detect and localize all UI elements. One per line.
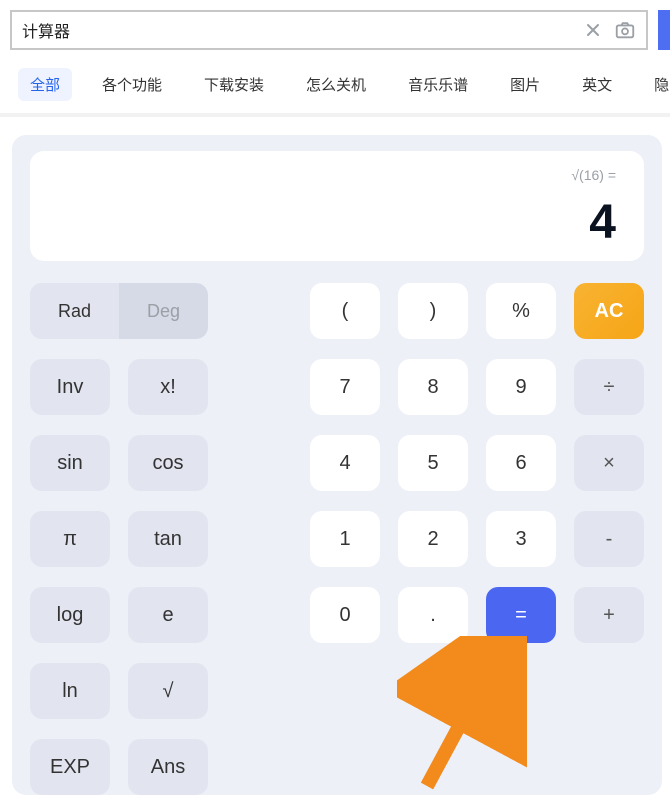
digit-2-button[interactable]: 2 (398, 511, 468, 567)
digit-0-button[interactable]: 0 (310, 587, 380, 643)
angle-mode-toggle: Rad Deg (30, 283, 208, 339)
search-bar (0, 0, 670, 60)
sqrt-button[interactable]: √ (128, 663, 208, 719)
ans-button[interactable]: Ans (128, 739, 208, 795)
digit-9-button[interactable]: 9 (486, 359, 556, 415)
deg-button[interactable]: Deg (119, 283, 208, 339)
factorial-button[interactable]: x! (128, 359, 208, 415)
calc-result: 4 (58, 199, 616, 247)
tab-download[interactable]: 下载安装 (192, 68, 276, 101)
inv-button[interactable]: Inv (30, 359, 110, 415)
tab-score[interactable]: 音乐乐谱 (396, 68, 480, 101)
cos-button[interactable]: cos (128, 435, 208, 491)
add-button[interactable]: + (574, 587, 644, 643)
clear-icon[interactable] (582, 19, 604, 41)
section-divider (0, 113, 670, 117)
digit-6-button[interactable]: 6 (486, 435, 556, 491)
tab-functions[interactable]: 各个功能 (90, 68, 174, 101)
decimal-button[interactable]: . (398, 587, 468, 643)
camera-icon[interactable] (614, 19, 636, 41)
tab-more[interactable]: 隐 (642, 68, 670, 101)
search-input[interactable] (22, 21, 572, 39)
tab-all[interactable]: 全部 (18, 68, 72, 101)
tan-button[interactable]: tan (128, 511, 208, 567)
tab-english[interactable]: 英文 (570, 68, 624, 101)
digit-5-button[interactable]: 5 (398, 435, 468, 491)
tab-images[interactable]: 图片 (498, 68, 552, 101)
log-button[interactable]: log (30, 587, 110, 643)
digit-7-button[interactable]: 7 (310, 359, 380, 415)
digit-8-button[interactable]: 8 (398, 359, 468, 415)
lparen-button[interactable]: ( (310, 283, 380, 339)
result-tabs: 全部 各个功能 下载安装 怎么关机 音乐乐谱 图片 英文 隐 (0, 60, 670, 113)
search-box (10, 10, 648, 50)
divide-button[interactable]: ÷ (574, 359, 644, 415)
exp-button[interactable]: EXP (30, 739, 110, 795)
ac-button[interactable]: AC (574, 283, 644, 339)
sin-button[interactable]: sin (30, 435, 110, 491)
multiply-button[interactable]: × (574, 435, 644, 491)
percent-button[interactable]: % (486, 283, 556, 339)
digit-4-button[interactable]: 4 (310, 435, 380, 491)
search-submit-button[interactable] (658, 10, 670, 50)
calculator-card: √(16) = 4 Rad Deg ( ) % AC Inv x! 7 8 9 … (12, 135, 662, 795)
digit-3-button[interactable]: 3 (486, 511, 556, 567)
tab-shutdown[interactable]: 怎么关机 (294, 68, 378, 101)
subtract-button[interactable]: - (574, 511, 644, 567)
calc-keypad: Rad Deg ( ) % AC Inv x! 7 8 9 ÷ sin cos … (30, 283, 644, 795)
e-button[interactable]: e (128, 587, 208, 643)
equals-button[interactable]: = (486, 587, 556, 643)
ln-button[interactable]: ln (30, 663, 110, 719)
digit-1-button[interactable]: 1 (310, 511, 380, 567)
calc-display: √(16) = 4 (30, 151, 644, 261)
rparen-button[interactable]: ) (398, 283, 468, 339)
pi-button[interactable]: π (30, 511, 110, 567)
calc-expression: √(16) = (58, 167, 616, 183)
rad-button[interactable]: Rad (30, 283, 119, 339)
